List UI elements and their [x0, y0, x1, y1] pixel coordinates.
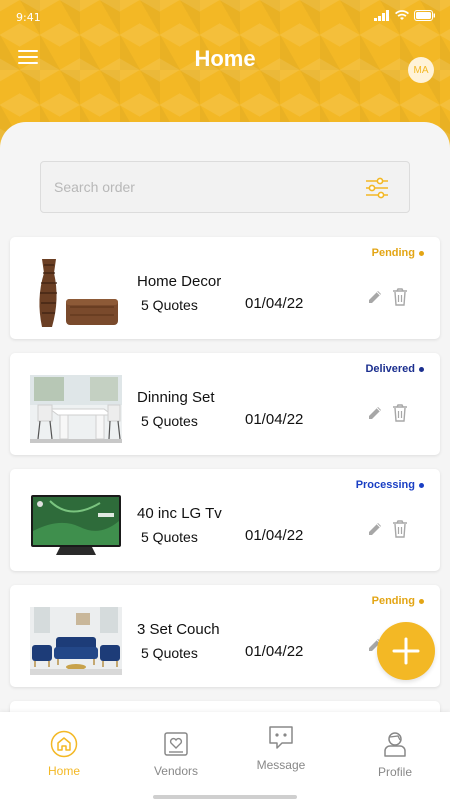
order-title: 40 inc LG Tv — [137, 505, 222, 522]
profile-icon — [384, 732, 406, 757]
tab-profile[interactable]: Profile — [339, 712, 450, 792]
wifi-icon — [395, 10, 409, 20]
order-title: Home Decor — [137, 273, 222, 290]
order-card[interactable]: Dinning Set 5 Quotes 01/04/22 Delivered — [10, 353, 440, 455]
order-image — [30, 491, 122, 559]
delete-icon[interactable] — [392, 288, 408, 306]
order-date: 01/04/22 — [245, 411, 304, 428]
order-image — [30, 375, 122, 443]
status-badge: Pending — [372, 595, 424, 607]
tab-message[interactable]: Message — [225, 712, 337, 792]
status-time: 9:41 — [16, 11, 41, 24]
tab-message-label: Message — [256, 758, 306, 772]
order-quotes: 5 Quotes — [141, 413, 198, 429]
order-card[interactable]: 3 Set Couch 5 Quotes 01/04/22 Pending — [10, 585, 440, 687]
order-title: Dinning Set — [137, 389, 215, 406]
message-icon — [269, 726, 293, 749]
couch-icon — [30, 607, 122, 675]
plus-icon — [392, 637, 420, 665]
edit-icon[interactable] — [367, 405, 383, 421]
add-order-button[interactable] — [377, 622, 435, 680]
status-badge: Processing — [356, 479, 424, 491]
filter-icon[interactable] — [365, 176, 389, 200]
order-quotes: 5 Quotes — [141, 529, 198, 545]
page-title: Home — [194, 46, 256, 71]
home-indicator — [153, 795, 297, 799]
edit-icon[interactable] — [367, 521, 383, 537]
order-title: 3 Set Couch — [137, 621, 220, 638]
order-card[interactable]: 40 inc LG Tv 5 Quotes 01/04/22 Processin… — [10, 469, 440, 571]
search-box — [40, 161, 410, 213]
tab-home-label: Home — [47, 764, 80, 778]
delete-icon[interactable] — [392, 404, 408, 422]
status-badge: Pending — [372, 247, 424, 259]
vases-icon — [30, 259, 122, 327]
vendors-icon — [164, 732, 188, 756]
battery-icon — [414, 10, 435, 21]
tab-profile-label: Profile — [377, 765, 412, 779]
signal-icon — [374, 10, 389, 21]
order-image — [30, 259, 122, 327]
delete-icon[interactable] — [392, 520, 408, 538]
bottom-tab-bar: Home Vendors Message Profile — [0, 712, 450, 800]
tab-home[interactable]: Home — [8, 712, 120, 792]
tv-icon — [30, 491, 122, 559]
edit-icon[interactable] — [367, 289, 383, 305]
tab-vendors[interactable]: Vendors — [120, 712, 232, 792]
order-card[interactable]: Home Decor 5 Quotes 01/04/22 Pending — [10, 237, 440, 339]
order-quotes: 5 Quotes — [141, 645, 198, 661]
order-image — [30, 607, 122, 675]
order-date: 01/04/22 — [245, 643, 304, 660]
order-date: 01/04/22 — [245, 295, 304, 312]
status-badge: Delivered — [365, 363, 424, 375]
avatar[interactable]: MA — [408, 57, 434, 83]
dining-table-icon — [30, 375, 122, 443]
search-input[interactable] — [54, 176, 344, 198]
order-date: 01/04/22 — [245, 527, 304, 544]
tab-vendors-label: Vendors — [153, 764, 199, 778]
home-icon — [50, 730, 78, 758]
order-quotes: 5 Quotes — [141, 297, 198, 313]
status-icons — [374, 10, 436, 21]
